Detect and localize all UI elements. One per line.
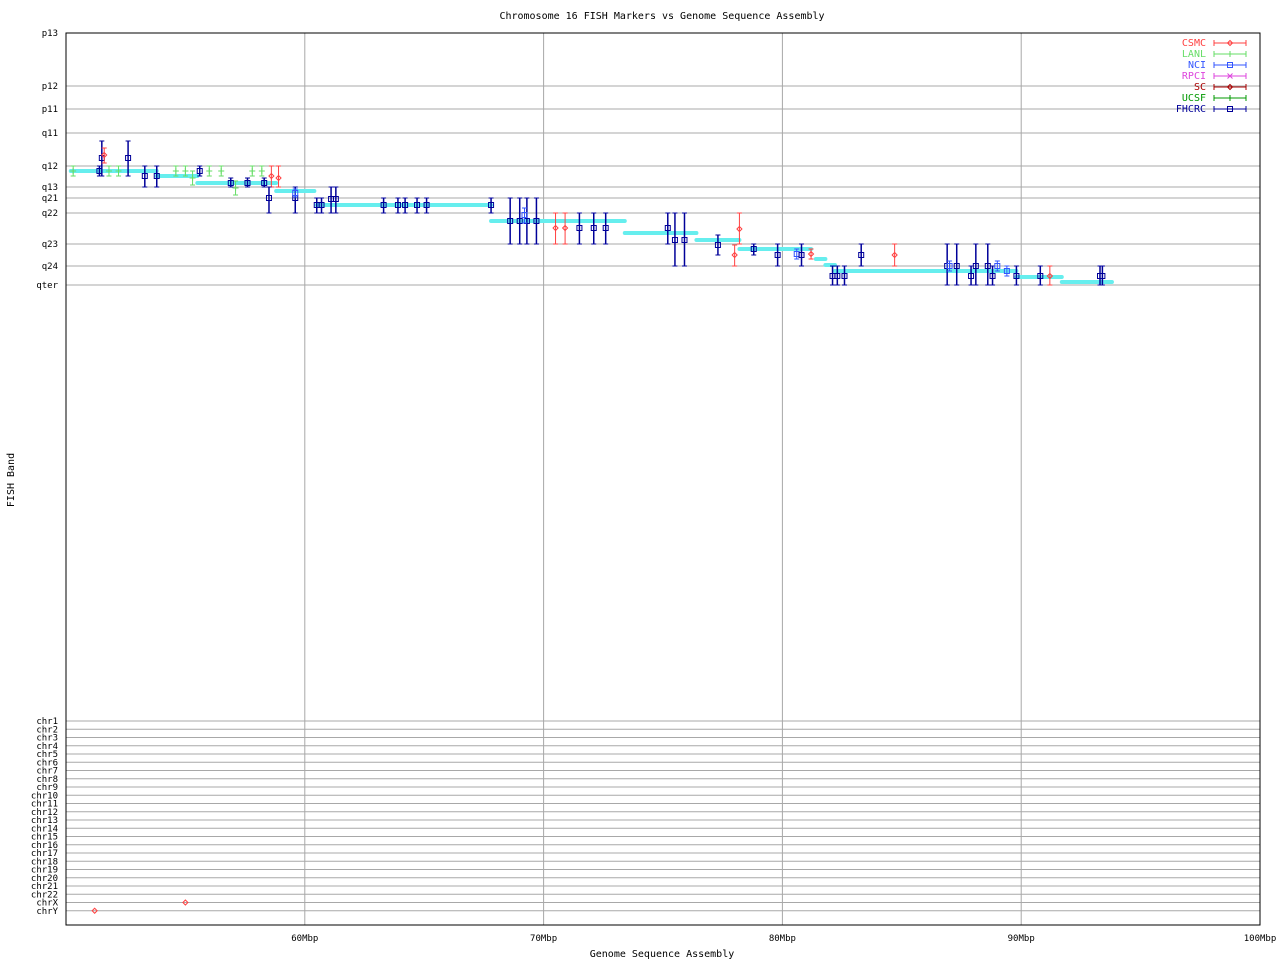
legend-label: FHCRC xyxy=(1176,104,1206,115)
legend-label: LANL xyxy=(1182,49,1206,60)
band-tick-label: p12 xyxy=(42,82,58,92)
legend-label: SC xyxy=(1194,82,1206,93)
band-tick-label: qter xyxy=(36,281,58,291)
marker-point xyxy=(258,168,265,174)
band-tick-label: p13 xyxy=(42,29,58,39)
marker-point xyxy=(70,168,77,174)
marker-point xyxy=(1227,95,1233,101)
legend-label: CSMC xyxy=(1182,38,1206,49)
y-axis-label: FISH Band xyxy=(6,453,17,507)
plot-frame xyxy=(65,32,1261,926)
legend-label: NCI xyxy=(1188,60,1206,71)
marker-point xyxy=(172,168,179,174)
marker-point xyxy=(249,168,256,174)
legend-label: UCSF xyxy=(1182,93,1206,104)
chart-title: Chromosome 16 FISH Markers vs Genome Seq… xyxy=(499,11,824,22)
fish-marker-chart: 60Mbp 70Mbp 80Mbp 90Mbp 100Mbp p13 p12 p11 q11 q1… xyxy=(6,11,1277,960)
marker-point xyxy=(1227,51,1233,57)
marker-point xyxy=(206,168,213,174)
band-tick-label: q12 xyxy=(42,162,58,172)
fish-markers xyxy=(70,140,1106,914)
grid xyxy=(66,33,1260,925)
legend: CSMCLANLNCIRPCISCUCSFFHCRC xyxy=(1176,38,1247,115)
band-tick-label: q23 xyxy=(42,240,58,250)
band-tick-label: p11 xyxy=(42,105,58,115)
x-tick-label: 80Mbp xyxy=(769,934,796,944)
x-tick-label: 60Mbp xyxy=(291,934,318,944)
band-tick-label: q11 xyxy=(42,129,58,139)
marker-point xyxy=(115,168,122,174)
x-tick-label: 90Mbp xyxy=(1008,934,1035,944)
x-tick-label: 100Mbp xyxy=(1244,934,1277,944)
x-tick-label: 70Mbp xyxy=(530,934,557,944)
marker-point xyxy=(218,168,225,174)
band-tick-label: q24 xyxy=(42,262,58,272)
band-tick-label: q21 xyxy=(42,194,58,204)
marker-point xyxy=(105,168,112,174)
marker-point xyxy=(182,168,189,174)
band-tick-label: q22 xyxy=(42,209,58,219)
band-tick-label: q13 xyxy=(42,183,58,193)
chr-tick-label: chrY xyxy=(36,907,58,917)
legend-label: RPCI xyxy=(1182,71,1206,82)
x-axis-label: Genome Sequence Assembly xyxy=(590,949,735,960)
